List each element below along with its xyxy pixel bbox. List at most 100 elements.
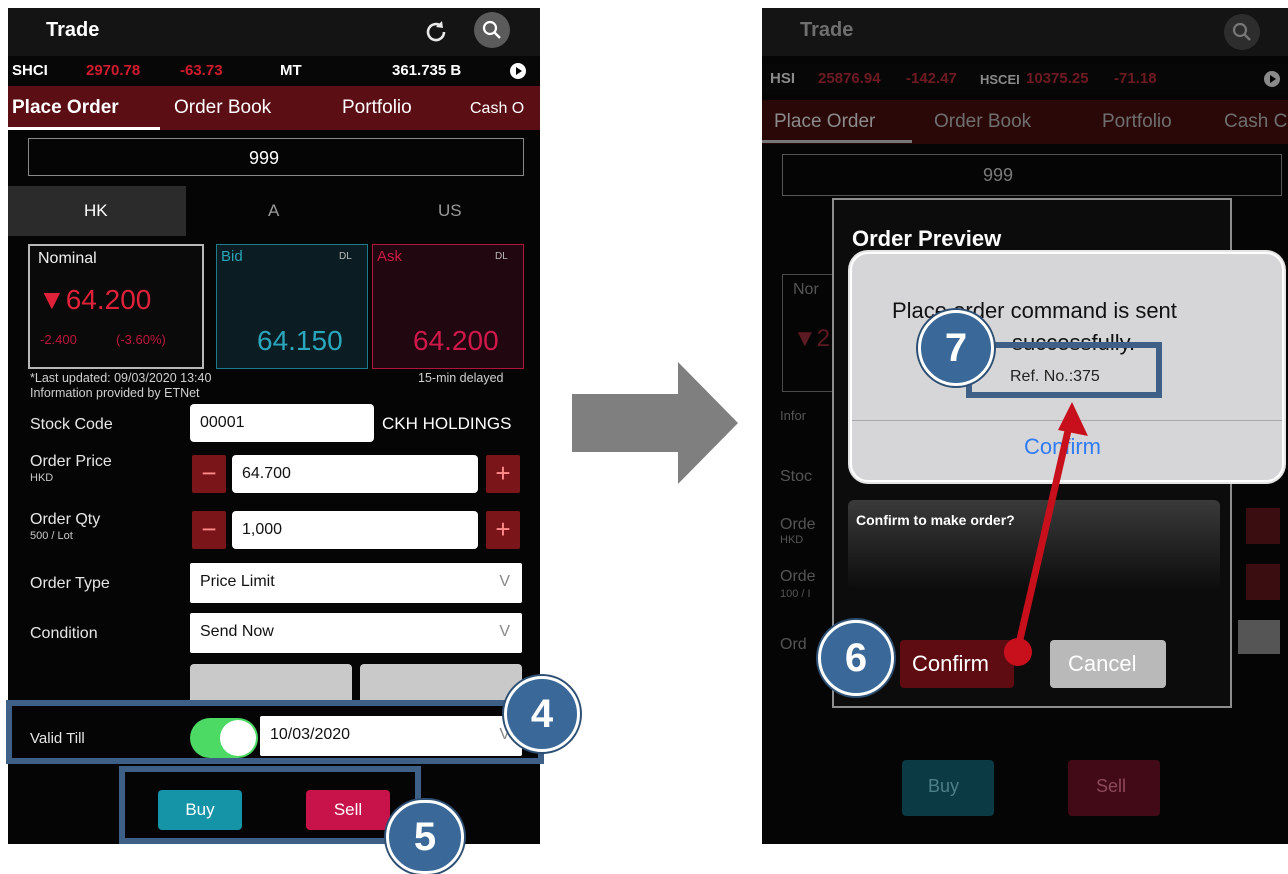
top-bar: Trade <box>8 8 540 56</box>
ticker-price2: 10375.25 <box>1026 70 1089 87</box>
bid-tag: DL <box>339 251 352 262</box>
search-icon <box>1232 22 1251 41</box>
play-icon[interactable] <box>1264 71 1280 87</box>
chevron-down-icon: V <box>499 623 510 640</box>
top-bar: Trade <box>762 8 1288 56</box>
order-price-input[interactable]: 64.700 <box>232 455 478 493</box>
delay-text: 15-min delayed <box>418 371 504 385</box>
flow-arrow-icon <box>572 362 738 484</box>
play-icon[interactable] <box>510 63 526 79</box>
order-preview-title: Order Preview <box>852 226 1002 251</box>
index-ticker: SHCI 2970.78 -63.73 MT 361.735 B <box>8 56 540 86</box>
nominal-label-bg: Nor <box>793 281 819 298</box>
order-type-label-bg: Ord <box>780 636 807 653</box>
pointer-arrow-icon <box>1004 402 1088 666</box>
stock-search-box[interactable]: 999 <box>782 154 1282 196</box>
stock-code-input[interactable]: 00001 <box>190 404 374 442</box>
market-selector: HK A US <box>8 186 540 236</box>
highlight-buy-sell <box>119 766 421 844</box>
index-ticker: HSI 25876.94 -142.47 HSCEI 10375.25 -71.… <box>762 64 1288 94</box>
order-qty-unit: 500 / Lot <box>30 530 73 542</box>
qty-decrease-button[interactable]: − <box>192 511 226 549</box>
last-updated-text: *Last updated: 09/03/2020 13:40 <box>30 371 212 385</box>
ask-value: 64.200 <box>413 325 499 356</box>
stock-code-label: Stock Code <box>30 416 113 433</box>
ticker-turnover: 361.735 B <box>392 62 462 79</box>
ask-card: Ask DL 64.200 <box>372 244 524 369</box>
tab-portfolio[interactable]: Portfolio <box>1102 111 1172 133</box>
sell-label: Sell <box>1096 776 1127 796</box>
step-5-badge: 5 <box>386 800 464 874</box>
nominal-value: ▼64.200 <box>38 284 152 315</box>
condition-value: Send Now <box>200 623 274 640</box>
ticker-change: -142.47 <box>906 70 957 87</box>
provider-text: Information provided by ETNet <box>30 386 200 400</box>
step-7-badge: 7 <box>918 310 994 386</box>
search-button[interactable] <box>474 12 510 48</box>
confirm-question: Confirm to make order? <box>856 512 1015 528</box>
ticker-market: MT <box>280 62 302 79</box>
ticker-price: 25876.94 <box>818 70 881 87</box>
stock-search-value: 999 <box>249 148 280 168</box>
order-type-value: Price Limit <box>200 573 275 590</box>
order-qty-unit-bg: 100 / I <box>780 588 811 600</box>
market-tab-us[interactable]: US <box>438 201 462 221</box>
market-tab-hk-label: HK <box>84 201 108 220</box>
tab-order-book[interactable]: Order Book <box>174 97 271 119</box>
stock-search-box[interactable]: 999 <box>28 138 524 176</box>
nominal-percent: (-3.60%) <box>116 332 166 347</box>
chevron-down-icon: V <box>499 573 510 590</box>
stock-name: CKH HOLDINGS <box>382 414 512 433</box>
option-button-2[interactable] <box>360 664 522 704</box>
order-qty-label-bg: Orde <box>780 568 816 585</box>
tab-order-book[interactable]: Order Book <box>934 111 1031 133</box>
order-price-unit: HKD <box>30 472 54 484</box>
order-type-label: Order Type <box>30 575 110 592</box>
market-tab-a[interactable]: A <box>268 201 279 221</box>
sell-button[interactable]: Sell <box>1068 760 1160 816</box>
ticker-symbol: HSI <box>770 70 796 87</box>
order-price-unit-bg: HKD <box>780 534 804 546</box>
tab-cash[interactable]: Cash O <box>470 100 524 118</box>
nominal-label: Nominal <box>38 250 97 267</box>
nominal-card: Nominal ▼64.200 -2.400 (-3.60%) <box>28 244 204 369</box>
market-tab-hk[interactable]: HK <box>8 186 186 236</box>
tab-cash[interactable]: Cash C <box>1224 111 1287 133</box>
condition-select[interactable]: Send Now V <box>190 613 522 653</box>
order-qty-label: Order Qty <box>30 511 101 528</box>
dropdown-bg <box>1238 620 1280 654</box>
bid-card: Bid DL 64.150 <box>216 244 368 369</box>
refresh-icon[interactable] <box>422 18 450 46</box>
tab-place-order[interactable]: Place Order <box>774 111 875 133</box>
active-tab-indicator <box>762 140 912 143</box>
order-type-select[interactable]: Price Limit V <box>190 563 522 603</box>
stock-code-label-bg: Stoc <box>780 468 813 485</box>
bid-value: 64.150 <box>257 325 343 356</box>
search-icon <box>482 20 501 39</box>
screen-title: Trade <box>46 19 100 41</box>
plus-button-bg <box>1246 564 1280 600</box>
highlight-valid-till <box>6 700 544 764</box>
ticker-change: -63.73 <box>180 62 223 79</box>
nominal-change: -2.400 <box>40 332 77 347</box>
preview-confirm-button[interactable]: Confirm <box>900 640 1014 688</box>
ask-label: Ask <box>377 248 403 265</box>
trade-tabs: Place Order Order Book Portfolio Cash C <box>762 100 1288 144</box>
trade-tabs: Place Order Order Book Portfolio Cash O <box>8 86 540 130</box>
order-price-label: Order Price <box>30 453 112 470</box>
price-increase-button[interactable]: + <box>486 455 520 493</box>
preview-confirm-label: Confirm <box>912 651 990 676</box>
option-button-1[interactable] <box>190 664 352 704</box>
buy-button[interactable]: Buy <box>902 760 994 816</box>
tab-place-order[interactable]: Place Order <box>12 97 119 119</box>
order-price-label-bg: Orde <box>780 516 816 533</box>
bid-label: Bid <box>221 248 243 265</box>
order-qty-input[interactable]: 1,000 <box>232 511 478 549</box>
nominal-value-bg: ▼2 <box>793 325 831 352</box>
step-6-badge: 6 <box>818 620 894 696</box>
qty-increase-button[interactable]: + <box>486 511 520 549</box>
tab-portfolio[interactable]: Portfolio <box>342 97 412 119</box>
price-decrease-button[interactable]: − <box>192 455 226 493</box>
ticker-symbol: SHCI <box>12 62 48 79</box>
search-button[interactable] <box>1224 14 1260 50</box>
